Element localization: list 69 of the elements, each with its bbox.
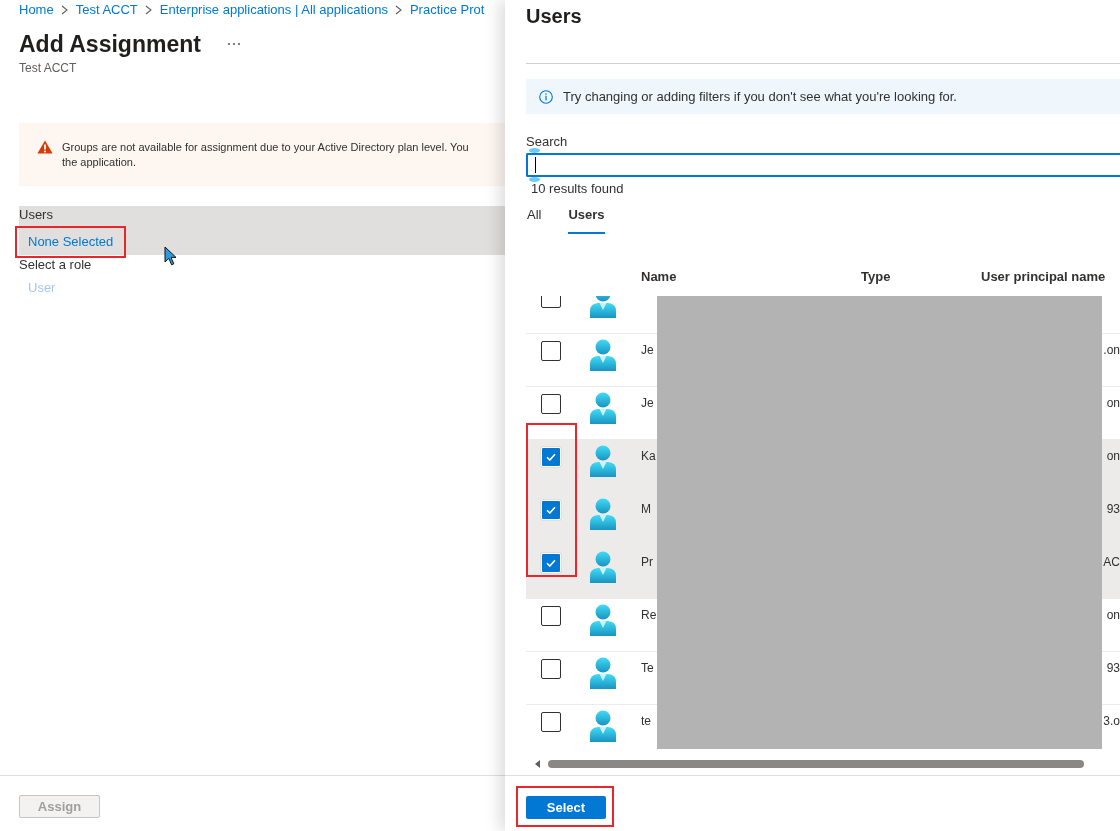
chevron-right-icon (394, 5, 402, 15)
breadcrumb-link[interactable]: Enterprise applications | All applications (159, 0, 388, 20)
user-avatar-icon (587, 339, 619, 371)
page-title: Add Assignment (19, 30, 201, 59)
scrollbar-thumb[interactable] (548, 760, 1084, 768)
user-avatar-icon (587, 657, 619, 689)
column-header: Name (641, 268, 678, 284)
selection-handle-icon[interactable] (529, 177, 540, 182)
user-avatar-icon (587, 710, 619, 742)
user-row[interactable]: M (526, 493, 657, 546)
results-count: 10 results found (530, 182, 624, 195)
panel-title: Users (526, 4, 582, 29)
user-row[interactable]: Ka (526, 440, 657, 493)
user-principal-name: 3.o (1102, 705, 1120, 751)
info-text: Try changing or adding filters if you don't see what you're looking for. (563, 89, 957, 104)
user-name: Ka (641, 448, 656, 465)
user-avatar-icon (587, 392, 619, 424)
role-label: Select a role (19, 257, 92, 273)
breadcrumb-link[interactable]: Test ACCT (75, 0, 138, 20)
user-avatar-icon (587, 551, 619, 583)
check-icon (546, 559, 556, 567)
warning-text: Groups are not available for assignment due to your Active Directory plan level. You (62, 140, 469, 155)
user-principal-name: .on (1102, 334, 1120, 387)
check-icon (546, 453, 556, 461)
user-principal-name: on (1102, 599, 1120, 652)
selection-handle-icon[interactable] (529, 148, 540, 153)
checkbox[interactable] (541, 712, 561, 732)
column-header: Type (861, 268, 892, 284)
filter-tab[interactable]: Users (568, 204, 605, 234)
user-name: Re (641, 607, 657, 624)
users-label: Users (19, 207, 53, 223)
checkbox[interactable] (541, 341, 561, 361)
warning-icon (37, 140, 53, 154)
search-field[interactable] (526, 153, 1120, 177)
filter-tab[interactable]: All (527, 204, 542, 234)
user-principal-name: 93 (1102, 652, 1120, 705)
user-name: Te (641, 660, 654, 677)
mouse-pointer-icon (164, 246, 177, 266)
chevron-right-icon (144, 5, 152, 15)
checkbox[interactable] (541, 606, 561, 626)
user-name: Je (641, 395, 654, 412)
info-icon (539, 89, 553, 104)
check-icon (546, 506, 556, 514)
chevron-right-icon (60, 5, 68, 15)
user-name: te (641, 713, 651, 730)
select-button[interactable]: Select (526, 796, 606, 819)
more-options-icon[interactable] (226, 42, 241, 46)
user-avatar-icon (587, 604, 619, 636)
page-subtitle: Test ACCT (19, 60, 77, 76)
user-principal-name: on (1102, 440, 1120, 493)
user-principal-name: on (1102, 387, 1120, 440)
warning-text: the application. (62, 155, 137, 170)
user-name: Je (641, 342, 654, 359)
checkbox[interactable] (541, 394, 561, 414)
none-selected-link[interactable]: None Selected (19, 230, 123, 254)
search-label: Search (526, 135, 568, 148)
breadcrumb-link[interactable]: Practice Prot (409, 0, 485, 20)
user-principal-name: AC (1102, 546, 1120, 599)
column-header: User principal name (981, 268, 1107, 284)
scroll-left-icon[interactable] (535, 760, 540, 768)
user-row[interactable]: Pr (526, 546, 657, 599)
user-name: Pr (641, 554, 653, 571)
checkbox[interactable] (541, 659, 561, 679)
user-avatar-icon (587, 498, 619, 530)
user-avatar-icon (587, 445, 619, 477)
text-caret (535, 157, 536, 173)
user-principal-name: 93 (1102, 493, 1120, 546)
breadcrumb-link[interactable]: Home (19, 0, 54, 20)
user-name: M (641, 501, 651, 518)
